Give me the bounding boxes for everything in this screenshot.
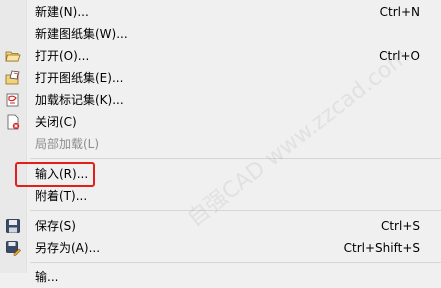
menu-item-load-markup[interactable]: 加载标记集(K)... bbox=[0, 89, 441, 111]
menu-separator bbox=[30, 210, 441, 211]
menu-item-new-shortcut: Ctrl+N bbox=[379, 5, 420, 19]
file-menu: 新建(N)... Ctrl+N 新建图纸集(W)... 打开(O)... Ctr… bbox=[0, 0, 441, 284]
menu-separator bbox=[30, 262, 441, 263]
menu-item-import[interactable]: 输入(R)... bbox=[0, 163, 441, 185]
menu-item-close-label: 关闭(C) bbox=[35, 115, 77, 129]
menu-item-attach[interactable]: 附着(T)... bbox=[0, 185, 441, 207]
menu-item-partial-load-label: 局部加载(L) bbox=[35, 137, 100, 151]
menu-separator bbox=[30, 158, 441, 159]
menu-item-save-label: 保存(S) bbox=[35, 219, 76, 233]
save-as-icon bbox=[6, 241, 21, 256]
menu-item-open-shortcut: Ctrl+O bbox=[379, 49, 420, 63]
open-folder-icon bbox=[5, 51, 21, 62]
menu-item-open-sheetset[interactable]: 打开图纸集(E)... bbox=[0, 67, 441, 89]
menu-item-save[interactable]: 保存(S) Ctrl+S bbox=[0, 215, 441, 237]
menu-item-open[interactable]: 打开(O)... Ctrl+O bbox=[0, 45, 441, 67]
menu-item-load-markup-label: 加载标记集(K)... bbox=[35, 93, 124, 107]
menu-item-open-sheetset-label: 打开图纸集(E)... bbox=[35, 71, 124, 85]
menu-item-new-sheetset[interactable]: 新建图纸集(W)... bbox=[0, 23, 441, 45]
menu-item-partial[interactable]: 输... bbox=[0, 266, 441, 288]
menu-item-import-label: 输入(R)... bbox=[35, 167, 89, 181]
menu-item-save-as-label: 另存为(A)... bbox=[35, 241, 101, 255]
open-sheetset-icon bbox=[5, 70, 20, 85]
menu-item-save-as[interactable]: 另存为(A)... Ctrl+Shift+S bbox=[0, 237, 441, 259]
close-document-icon bbox=[7, 114, 20, 130]
menu-item-partial-load: 局部加载(L) bbox=[0, 133, 441, 155]
menu-item-partial-label: 输... bbox=[35, 270, 59, 284]
menu-item-new-label: 新建(N)... bbox=[35, 5, 89, 19]
menu-item-close[interactable]: 关闭(C) bbox=[0, 111, 441, 133]
menu-item-new-sheetset-label: 新建图纸集(W)... bbox=[35, 27, 128, 41]
menu-item-save-shortcut: Ctrl+S bbox=[380, 219, 420, 233]
menu-item-save-as-shortcut: Ctrl+Shift+S bbox=[343, 241, 420, 255]
save-disk-icon bbox=[6, 219, 20, 233]
menu-item-new[interactable]: 新建(N)... Ctrl+N bbox=[0, 1, 441, 23]
menu-item-attach-label: 附着(T)... bbox=[35, 189, 88, 203]
markup-set-icon bbox=[6, 93, 19, 107]
menu-item-open-label: 打开(O)... bbox=[35, 49, 90, 63]
